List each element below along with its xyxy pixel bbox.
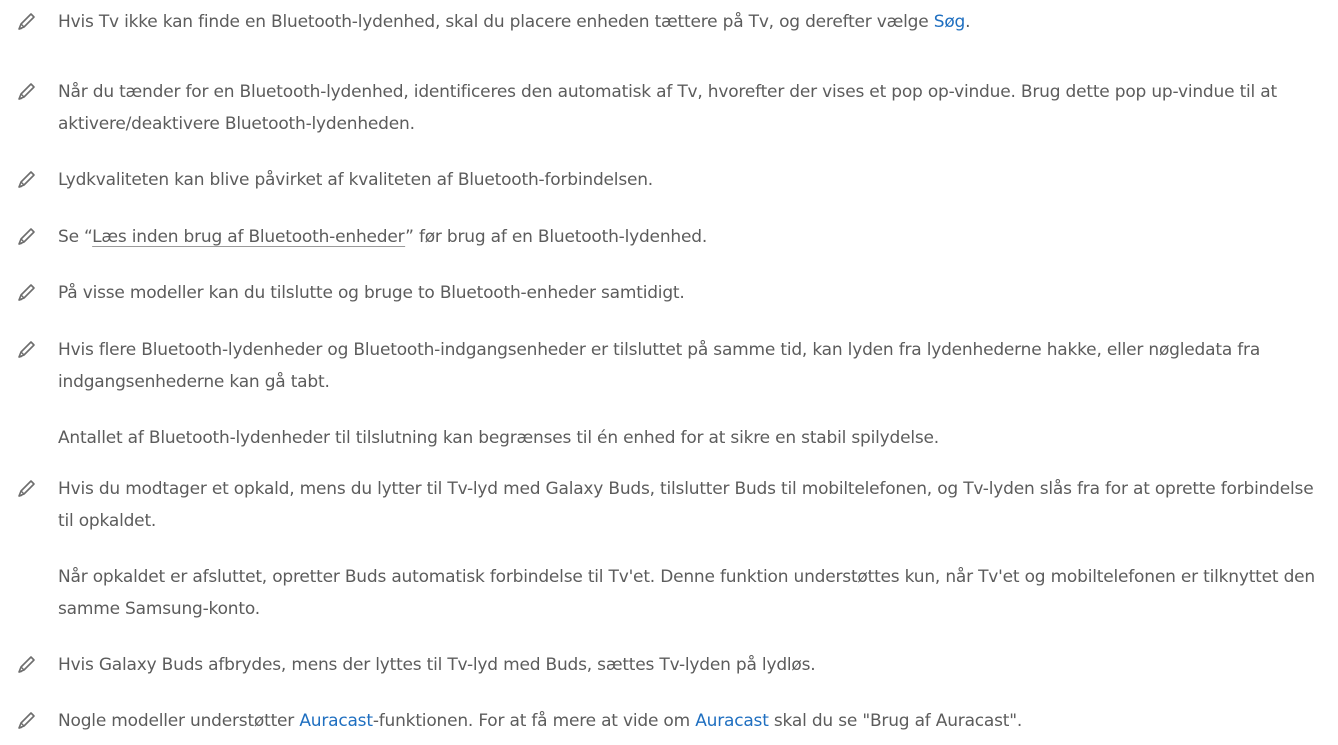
pencil-icon xyxy=(16,225,38,247)
note-text: På visse modeller kan du tilslutte og br… xyxy=(58,283,685,303)
note-galaxy-buds-call: Hvis du modtager et opkald, mens du lytt… xyxy=(58,473,1333,537)
pencil-icon xyxy=(16,281,38,303)
note-read-before-use: Se “Læs inden brug af Bluetooth-enheder”… xyxy=(58,221,1333,253)
note-text: Når du tænder for en Bluetooth-lydenhed,… xyxy=(58,82,1277,134)
note-bluetooth-popup: Når du tænder for en Bluetooth-lydenhed,… xyxy=(58,76,1333,140)
pencil-icon xyxy=(16,477,38,499)
manual-page: Hvis Tv ikke kan finde en Bluetooth-lyde… xyxy=(0,0,1338,745)
read-before-use-link[interactable]: Læs inden brug af Bluetooth-enheder xyxy=(92,227,405,247)
pencil-icon xyxy=(16,709,38,731)
note-bluetooth-search: Hvis Tv ikke kan finde en Bluetooth-lyde… xyxy=(58,6,1333,38)
search-link[interactable]: Søg xyxy=(934,12,966,32)
note-multiple-devices: Hvis flere Bluetooth-lydenheder og Bluet… xyxy=(58,334,1333,398)
note-auracast: Nogle modeller understøtter Auracast-fun… xyxy=(58,705,1333,737)
note-text: Nogle modeller understøtter xyxy=(58,711,300,731)
note-text: . xyxy=(965,12,971,32)
note-text: -funktionen. For at få mere at vide om xyxy=(372,711,696,731)
note-text: Hvis du modtager et opkald, mens du lytt… xyxy=(58,479,1314,531)
auracast-link[interactable]: Auracast xyxy=(695,711,769,731)
note-sub-text: Når opkaldet er afsluttet, opretter Buds… xyxy=(58,561,1333,625)
auracast-link[interactable]: Auracast xyxy=(299,711,373,731)
note-buds-disconnect: Hvis Galaxy Buds afbrydes, mens der lytt… xyxy=(58,649,1333,681)
note-text: Hvis flere Bluetooth-lydenheder og Bluet… xyxy=(58,340,1261,392)
pencil-icon xyxy=(16,10,38,32)
pencil-icon xyxy=(16,80,38,102)
note-text: Antallet af Bluetooth-lydenheder til til… xyxy=(58,428,939,448)
note-text: Når opkaldet er afsluttet, opretter Buds… xyxy=(58,567,1315,619)
pencil-icon xyxy=(16,168,38,190)
note-text: Lydkvaliteten kan blive påvirket af kval… xyxy=(58,170,654,190)
note-text: skal du se "Brug af Auracast". xyxy=(768,711,1023,731)
note-sub-text: Antallet af Bluetooth-lydenheder til til… xyxy=(58,422,1333,454)
pencil-icon xyxy=(16,653,38,675)
note-text: Se “ xyxy=(58,227,93,247)
note-sound-quality: Lydkvaliteten kan blive påvirket af kval… xyxy=(58,164,1333,196)
note-two-devices: På visse modeller kan du tilslutte og br… xyxy=(58,277,1333,309)
note-text: ” før brug af en Bluetooth-lydenhed. xyxy=(405,227,708,247)
note-text: Hvis Galaxy Buds afbrydes, mens der lytt… xyxy=(58,655,816,675)
pencil-icon xyxy=(16,338,38,360)
note-text: Hvis Tv ikke kan finde en Bluetooth-lyde… xyxy=(58,12,934,32)
